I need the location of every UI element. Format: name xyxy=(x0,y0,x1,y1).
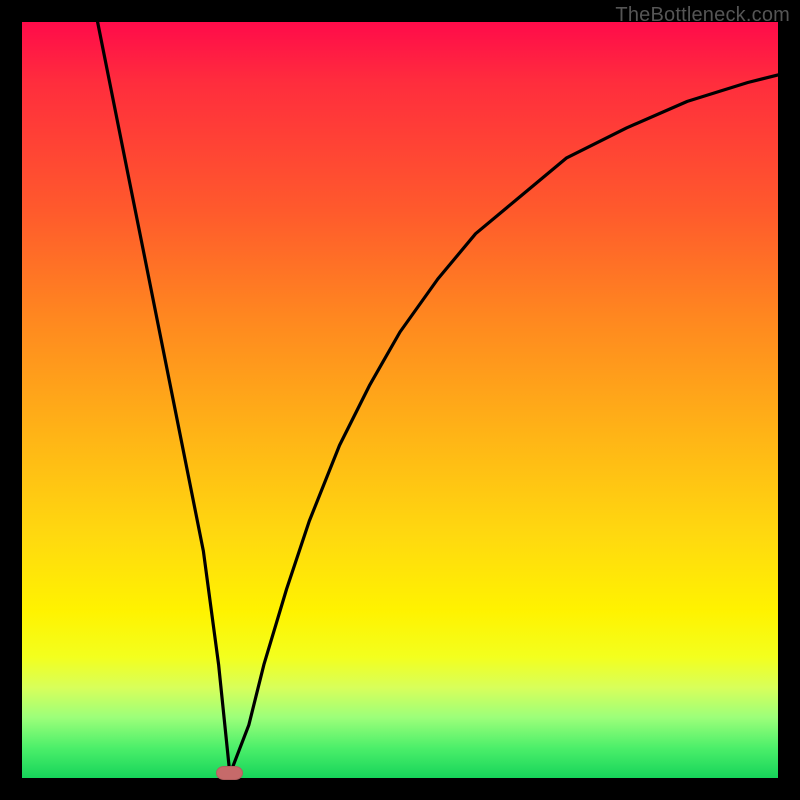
curve-path xyxy=(98,22,778,774)
optimal-point-marker xyxy=(216,766,243,780)
watermark-text: TheBottleneck.com xyxy=(615,4,790,27)
bottleneck-curve xyxy=(22,22,778,778)
chart-frame: TheBottleneck.com xyxy=(0,0,800,800)
plot-area xyxy=(22,22,778,778)
